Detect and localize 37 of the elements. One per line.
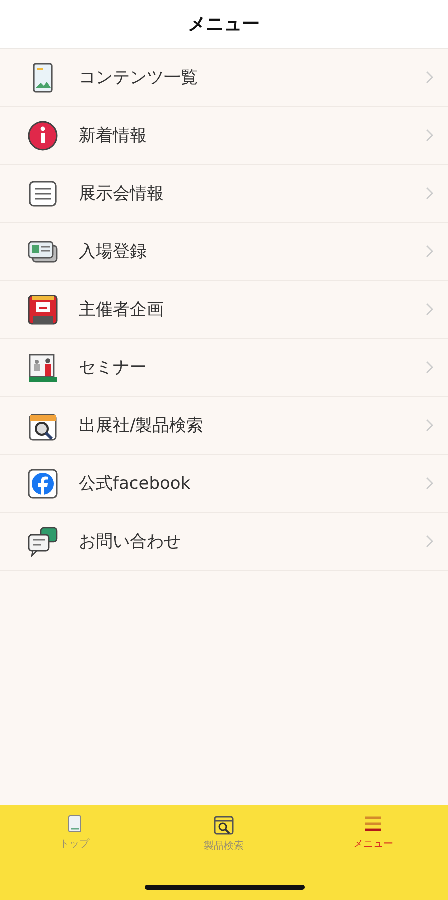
chevron-icon — [426, 129, 434, 142]
chevron-icon — [426, 187, 434, 200]
menu-item[interactable]: 展示会情報 — [0, 165, 448, 223]
calendar-search-icon — [214, 815, 234, 835]
menu-item-label: 入場登録 — [79, 241, 148, 263]
menu-item[interactable]: コンテンツ一覧 — [0, 49, 448, 107]
screen-title: メニュー — [188, 13, 260, 36]
menu-item-label: セミナー — [79, 357, 148, 379]
chevron-icon — [426, 535, 434, 548]
menu-item-label: 新着情報 — [79, 125, 148, 147]
menu-icon — [364, 815, 382, 833]
chevron-icon — [426, 245, 434, 258]
info-icon — [27, 120, 59, 152]
menu-item-label: 出展社/製品検索 — [79, 415, 205, 437]
chevron-icon — [426, 477, 434, 490]
facebook-icon — [27, 468, 59, 500]
menu-item-label: 展示会情報 — [79, 183, 165, 205]
page-icon — [68, 815, 82, 833]
menu-item[interactable]: 出展社/製品検索 — [0, 397, 448, 455]
menu-item[interactable]: 主催者企画 — [0, 281, 448, 339]
menu-item[interactable]: セミナー — [0, 339, 448, 397]
presenter-icon — [27, 352, 59, 384]
menu-item[interactable]: 新着情報 — [0, 107, 448, 165]
chevron-icon — [426, 419, 434, 432]
tab[interactable]: メニュー — [298, 815, 448, 851]
menu-item-label: 主催者企画 — [79, 299, 165, 321]
menu-item[interactable]: お問い合わせ — [0, 513, 448, 571]
chevron-icon — [426, 361, 434, 374]
chat-bubbles-icon — [27, 526, 59, 558]
menu-item-label: お問い合わせ — [79, 531, 182, 553]
stage-icon — [27, 294, 59, 326]
menu-item-label: 公式facebook — [79, 473, 192, 495]
menu-item[interactable]: 公式facebook — [0, 455, 448, 513]
chevron-icon — [426, 303, 434, 316]
chevron-icon — [426, 71, 434, 84]
menu-item[interactable]: 入場登録 — [0, 223, 448, 281]
menu-item-label: コンテンツ一覧 — [79, 67, 199, 89]
